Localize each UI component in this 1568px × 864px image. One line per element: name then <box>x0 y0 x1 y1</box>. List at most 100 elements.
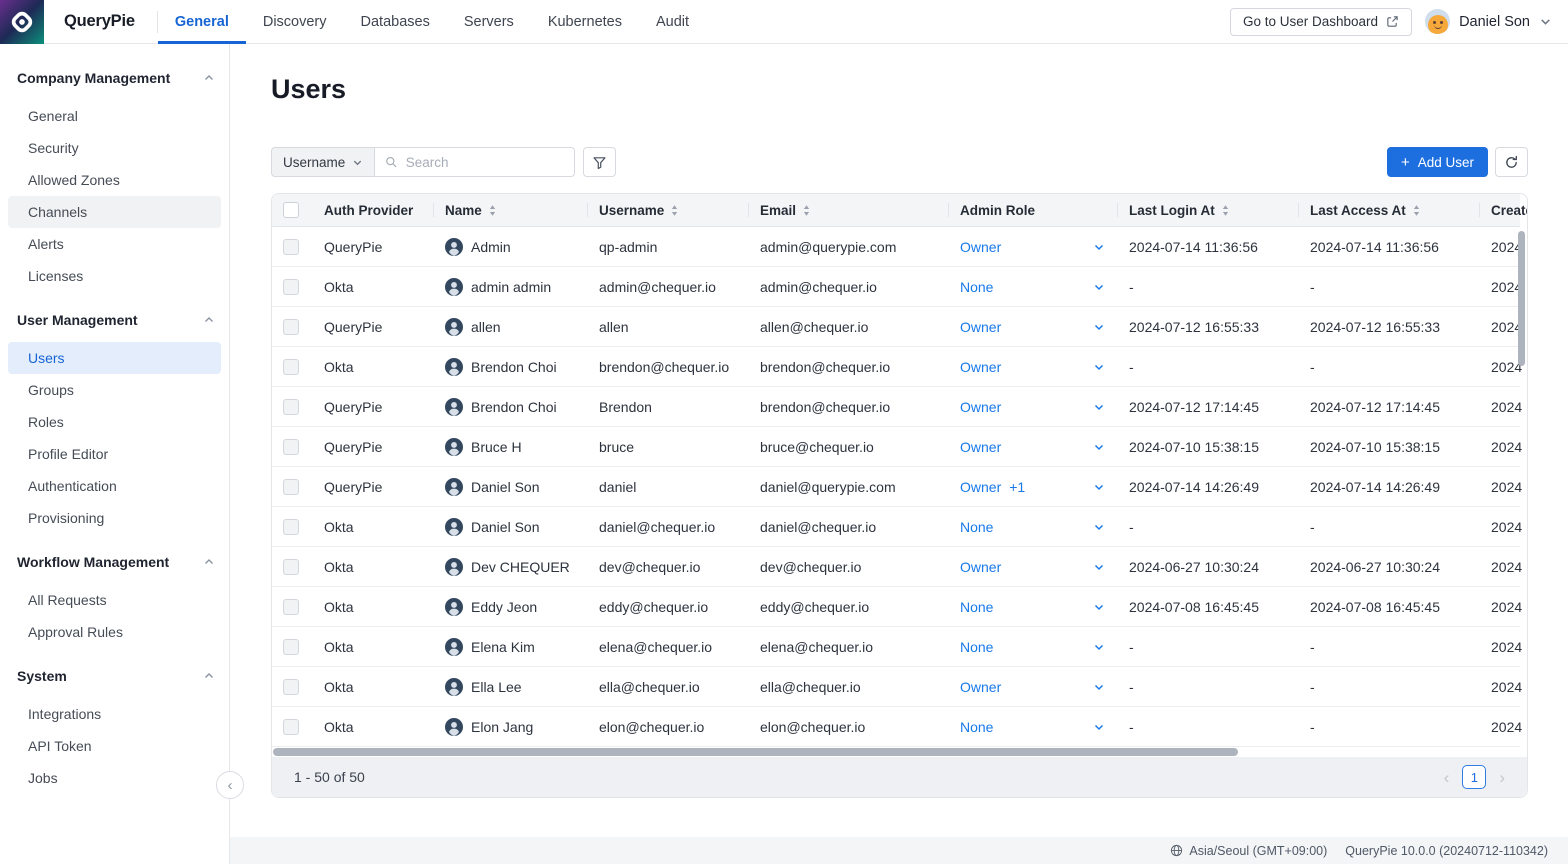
sidebar-item-alerts[interactable]: Alerts <box>8 228 221 260</box>
table-row[interactable]: QueryPie Daniel Son daniel daniel@queryp… <box>272 467 1520 507</box>
row-checkbox[interactable] <box>283 519 299 535</box>
row-checkbox[interactable] <box>283 679 299 695</box>
search-field-selector[interactable]: Username <box>271 147 375 177</box>
sidebar-item-allowed-zones[interactable]: Allowed Zones <box>8 164 221 196</box>
row-checkbox[interactable] <box>283 639 299 655</box>
row-checkbox[interactable] <box>283 479 299 495</box>
go-to-user-dashboard-button[interactable]: Go to User Dashboard <box>1230 8 1412 36</box>
cell-admin-role-dropdown[interactable]: None <box>948 587 1117 626</box>
column-header-created[interactable]: Created <box>1479 194 1527 226</box>
chevron-down-icon <box>1093 241 1105 253</box>
add-user-button[interactable]: + Add User <box>1387 147 1488 177</box>
table-viewport: Auth Provider Name Username Email Admin … <box>272 194 1527 747</box>
top-tab-audit[interactable]: Audit <box>639 0 706 44</box>
cell-admin-role-dropdown[interactable]: None <box>948 627 1117 666</box>
cell-admin-role-dropdown[interactable]: Owner <box>948 667 1117 706</box>
sidebar-item-channels[interactable]: Channels <box>8 196 221 228</box>
sidebar-item-integrations[interactable]: Integrations <box>8 698 221 730</box>
row-checkbox[interactable] <box>283 559 299 575</box>
vertical-scrollbar-thumb[interactable] <box>1518 231 1525 366</box>
table-row[interactable]: QueryPie allen allen allen@chequer.io Ow… <box>272 307 1520 347</box>
row-checkbox[interactable] <box>283 439 299 455</box>
horizontal-scrollbar-thumb[interactable] <box>273 748 1238 756</box>
sidebar-item-security[interactable]: Security <box>8 132 221 164</box>
sidebar-item-roles[interactable]: Roles <box>8 406 221 438</box>
top-tab-discovery[interactable]: Discovery <box>246 0 344 44</box>
user-avatar-icon <box>445 278 463 296</box>
cell-name: admin admin <box>433 267 587 306</box>
column-header-name[interactable]: Name <box>433 194 587 226</box>
cell-admin-role-dropdown[interactable]: Owner <box>948 387 1117 426</box>
sidebar-item-licenses[interactable]: Licenses <box>8 260 221 292</box>
column-header-last-login-at[interactable]: Last Login At <box>1117 194 1298 226</box>
table-row[interactable]: Okta Elon Jang elon@chequer.io elon@cheq… <box>272 707 1520 747</box>
select-all-checkbox[interactable] <box>283 202 299 218</box>
search-input[interactable] <box>406 155 565 170</box>
table-row[interactable]: Okta Ella Lee ella@chequer.io ella@chequ… <box>272 667 1520 707</box>
cell-name: Elena Kim <box>433 627 587 666</box>
querypie-logo[interactable] <box>0 0 44 44</box>
table-row[interactable]: Okta Daniel Son daniel@chequer.io daniel… <box>272 507 1520 547</box>
sidebar-item-profile-editor[interactable]: Profile Editor <box>8 438 221 470</box>
column-header-email[interactable]: Email <box>748 194 948 226</box>
cell-email: elena@chequer.io <box>748 627 948 666</box>
sidebar-section-header[interactable]: Company Management <box>0 62 229 94</box>
top-tab-servers[interactable]: Servers <box>447 0 531 44</box>
cell-admin-role-dropdown[interactable]: Owner <box>948 547 1117 586</box>
user-menu[interactable]: Daniel Son <box>1425 9 1552 34</box>
filter-funnel-icon <box>592 155 607 170</box>
table-row[interactable]: QueryPie Admin qp-admin admin@querypie.c… <box>272 227 1520 267</box>
row-checkbox[interactable] <box>283 359 299 375</box>
sidebar-item-authentication[interactable]: Authentication <box>8 470 221 502</box>
top-tab-kubernetes[interactable]: Kubernetes <box>531 0 639 44</box>
cell-admin-role-dropdown[interactable]: None <box>948 267 1117 306</box>
refresh-button[interactable] <box>1495 147 1528 177</box>
top-tab-general[interactable]: General <box>158 0 246 44</box>
sidebar-collapse-button[interactable]: ‹ <box>216 771 244 799</box>
table-row[interactable]: Okta Dev CHEQUER dev@chequer.io dev@cheq… <box>272 547 1520 587</box>
sidebar-section-header[interactable]: Workflow Management <box>0 546 229 578</box>
cell-admin-role-dropdown[interactable]: Owner <box>948 227 1117 266</box>
cell-admin-role-dropdown[interactable]: Owner <box>948 347 1117 386</box>
row-checkbox[interactable] <box>283 319 299 335</box>
row-checkbox[interactable] <box>283 599 299 615</box>
chevron-down-icon <box>1093 441 1105 453</box>
cell-admin-role-dropdown[interactable]: None <box>948 707 1117 746</box>
row-checkbox[interactable] <box>283 399 299 415</box>
sidebar-item-users[interactable]: Users <box>8 342 221 374</box>
row-checkbox[interactable] <box>283 239 299 255</box>
filter-button[interactable] <box>583 147 616 177</box>
column-header-username[interactable]: Username <box>587 194 748 226</box>
cell-admin-role-dropdown[interactable]: Owner <box>948 307 1117 346</box>
main-layout: Company Management GeneralSecurityAllowe… <box>0 44 1568 864</box>
table-row[interactable]: QueryPie Brendon Choi Brendon brendon@ch… <box>272 387 1520 427</box>
top-tab-databases[interactable]: Databases <box>344 0 447 44</box>
row-checkbox[interactable] <box>283 279 299 295</box>
sidebar-item-approval-rules[interactable]: Approval Rules <box>8 616 221 648</box>
sidebar-item-all-requests[interactable]: All Requests <box>8 584 221 616</box>
sidebar-item-provisioning[interactable]: Provisioning <box>8 502 221 534</box>
sidebar-sections: Company Management GeneralSecurityAllowe… <box>0 62 229 794</box>
current-page-button[interactable]: 1 <box>1462 765 1486 789</box>
table-row[interactable]: QueryPie Bruce H bruce bruce@chequer.io … <box>272 427 1520 467</box>
table-row[interactable]: Okta Eddy Jeon eddy@chequer.io eddy@cheq… <box>272 587 1520 627</box>
sidebar-section-header[interactable]: User Management <box>0 304 229 336</box>
prev-page-button[interactable]: ‹ <box>1444 769 1450 786</box>
cell-admin-role-dropdown[interactable]: Owner +1 <box>948 467 1117 506</box>
sidebar-item-groups[interactable]: Groups <box>8 374 221 406</box>
cell-admin-role-dropdown[interactable]: Owner <box>948 427 1117 466</box>
cell-admin-role-dropdown[interactable]: None <box>948 507 1117 546</box>
column-header-auth-provider[interactable]: Auth Provider <box>312 194 433 226</box>
sidebar-item-api-token[interactable]: API Token <box>8 730 221 762</box>
cell-auth-provider: QueryPie <box>312 427 433 466</box>
table-row[interactable]: Okta Elena Kim elena@chequer.io elena@ch… <box>272 627 1520 667</box>
sidebar-item-jobs[interactable]: Jobs <box>8 762 221 794</box>
row-checkbox[interactable] <box>283 719 299 735</box>
sidebar-section-header[interactable]: System <box>0 660 229 692</box>
column-header-admin-role[interactable]: Admin Role <box>948 194 1117 226</box>
table-row[interactable]: Okta admin admin admin@chequer.io admin@… <box>272 267 1520 307</box>
column-header-last-access-at[interactable]: Last Access At <box>1298 194 1479 226</box>
sidebar-item-general[interactable]: General <box>8 100 221 132</box>
table-row[interactable]: Okta Brendon Choi brendon@chequer.io bre… <box>272 347 1520 387</box>
next-page-button[interactable]: › <box>1499 769 1505 786</box>
